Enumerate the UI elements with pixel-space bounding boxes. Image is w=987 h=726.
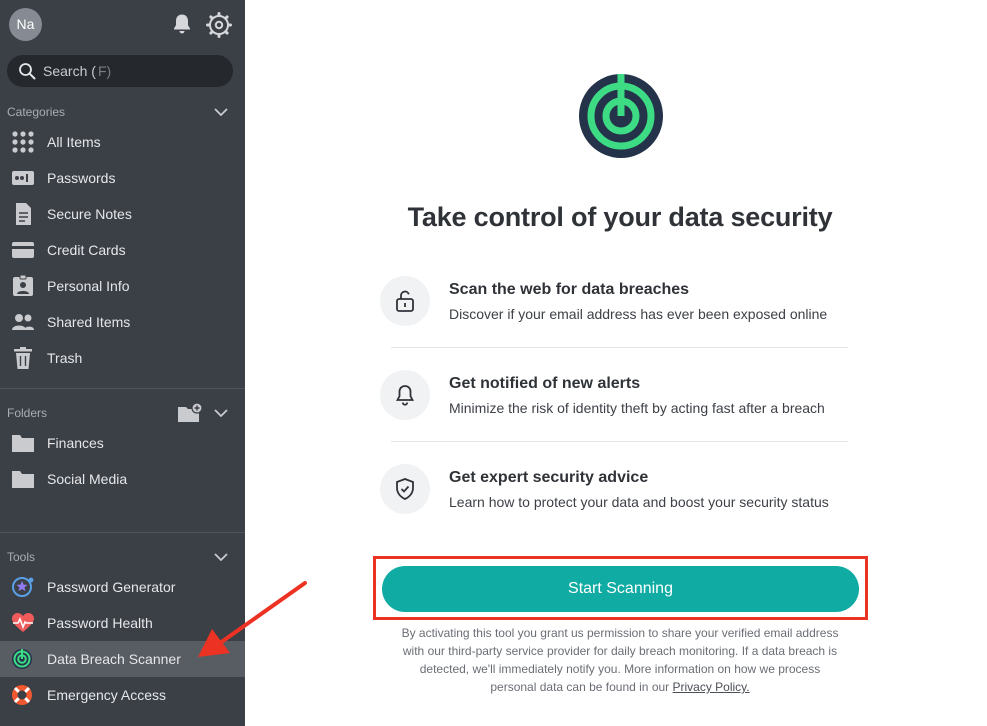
sidebar-item-label: Trash xyxy=(47,350,83,366)
search-placeholder: Search ( xyxy=(43,63,96,79)
feature-title: Get notified of new alerts xyxy=(449,375,641,392)
annotation-arrow-icon xyxy=(198,581,307,657)
sidebar-divider xyxy=(0,532,245,533)
chevron-down-icon[interactable] xyxy=(213,405,229,421)
note-icon xyxy=(16,203,31,225)
avatar[interactable]: Na xyxy=(9,8,42,41)
feature-scan-web: Scan the web for data breaches Discover … xyxy=(380,276,880,346)
credit-card-icon xyxy=(12,242,34,258)
chevron-down-icon[interactable] xyxy=(213,104,229,120)
sidebar-top-bar: Na xyxy=(0,0,245,50)
page-title: Take control of your data security xyxy=(407,202,833,232)
folder-icon xyxy=(12,435,34,452)
new-folder-icon[interactable] xyxy=(177,403,203,423)
legal-line: with our third-party service provider fo… xyxy=(402,644,838,658)
legal-line: By activating this tool you grant us per… xyxy=(401,626,839,640)
sidebar-item-label: Social Media xyxy=(47,471,128,487)
sidebar-item-trash[interactable]: Trash xyxy=(0,340,245,376)
legal-disclaimer: By activating this tool you grant us per… xyxy=(375,624,865,696)
search-input[interactable]: Search ( F) xyxy=(7,55,233,87)
sidebar-item-label: Finances xyxy=(47,435,104,451)
data-breach-scanner-logo-icon xyxy=(579,74,663,158)
feature-description: Discover if your email address has ever … xyxy=(449,306,828,322)
feature-title: Get expert security advice xyxy=(449,469,649,486)
privacy-policy-link[interactable]: Privacy Policy. xyxy=(673,680,750,694)
tools-label: Tools xyxy=(7,550,36,564)
unlock-icon xyxy=(396,290,414,312)
feature-description: Learn how to protect your data and boost… xyxy=(449,494,829,510)
feature-divider xyxy=(391,347,848,348)
notifications-bell-icon[interactable] xyxy=(170,12,194,36)
sidebar-item-shared-items[interactable]: Shared Items xyxy=(0,304,245,340)
folder-icon xyxy=(12,471,34,488)
sidebar-item-label: Data Breach Scanner xyxy=(47,651,181,667)
sidebar-item-label: Credit Cards xyxy=(47,242,126,258)
feature-description: Minimize the risk of identity theft by a… xyxy=(449,400,825,416)
sidebar-divider xyxy=(0,388,245,389)
sidebar-item-label: Shared Items xyxy=(47,314,131,330)
chevron-down-icon[interactable] xyxy=(213,549,229,565)
feature-divider xyxy=(391,441,848,442)
settings-gear-icon[interactable] xyxy=(206,12,232,38)
sidebar-item-emergency-access[interactable]: Emergency Access xyxy=(0,677,245,713)
password-icon xyxy=(12,171,34,185)
sidebar-item-all-items[interactable]: All Items xyxy=(0,124,245,160)
feature-title: Scan the web for data breaches xyxy=(449,281,690,298)
lifebuoy-icon xyxy=(12,685,32,705)
legal-line: personal data can be found in our Privac… xyxy=(490,680,750,694)
categories-label: Categories xyxy=(7,105,66,119)
feature-security-advice: Get expert security advice Learn how to … xyxy=(380,464,880,534)
sidebar-item-personal-info[interactable]: Personal Info xyxy=(0,268,245,304)
sidebar-item-label: All Items xyxy=(47,134,101,150)
people-icon xyxy=(12,314,34,330)
sidebar-item-label: Emergency Access xyxy=(47,687,167,703)
sidebar-item-label: Personal Info xyxy=(47,278,130,294)
sidebar-item-social-media[interactable]: Social Media xyxy=(0,461,245,497)
sidebar-item-finances[interactable]: Finances xyxy=(0,425,245,461)
sidebar-item-passwords[interactable]: Passwords xyxy=(0,160,245,196)
sidebar-item-label: Password Health xyxy=(47,615,153,631)
trash-icon xyxy=(14,347,32,369)
heart-pulse-icon xyxy=(12,613,34,632)
main-content: Take control of your data security Scan … xyxy=(245,0,987,726)
legal-line: detected, we'll immediately notify you. … xyxy=(419,662,821,676)
sidebar-item-label: Password Generator xyxy=(47,579,176,595)
search-icon xyxy=(19,63,36,80)
sidebar-item-secure-notes[interactable]: Secure Notes xyxy=(0,196,245,232)
id-card-icon xyxy=(13,275,33,296)
tools-header[interactable]: Tools xyxy=(0,547,245,567)
sidebar-item-label: Secure Notes xyxy=(47,206,132,222)
folders-label: Folders xyxy=(7,406,48,420)
generator-icon xyxy=(12,577,34,597)
categories-header[interactable]: Categories xyxy=(0,102,245,122)
folders-header[interactable]: Folders xyxy=(0,403,245,423)
shield-check-icon xyxy=(396,478,414,500)
sidebar-item-credit-cards[interactable]: Credit Cards xyxy=(0,232,245,268)
search-shortcut: F) xyxy=(98,63,112,79)
sidebar-item-label: Passwords xyxy=(47,170,116,186)
bell-icon xyxy=(396,385,414,406)
start-scanning-button[interactable]: Start Scanning xyxy=(382,566,859,612)
radar-icon xyxy=(12,649,32,669)
grid-icon xyxy=(12,131,34,153)
feature-notifications: Get notified of new alerts Minimize the … xyxy=(380,370,880,440)
